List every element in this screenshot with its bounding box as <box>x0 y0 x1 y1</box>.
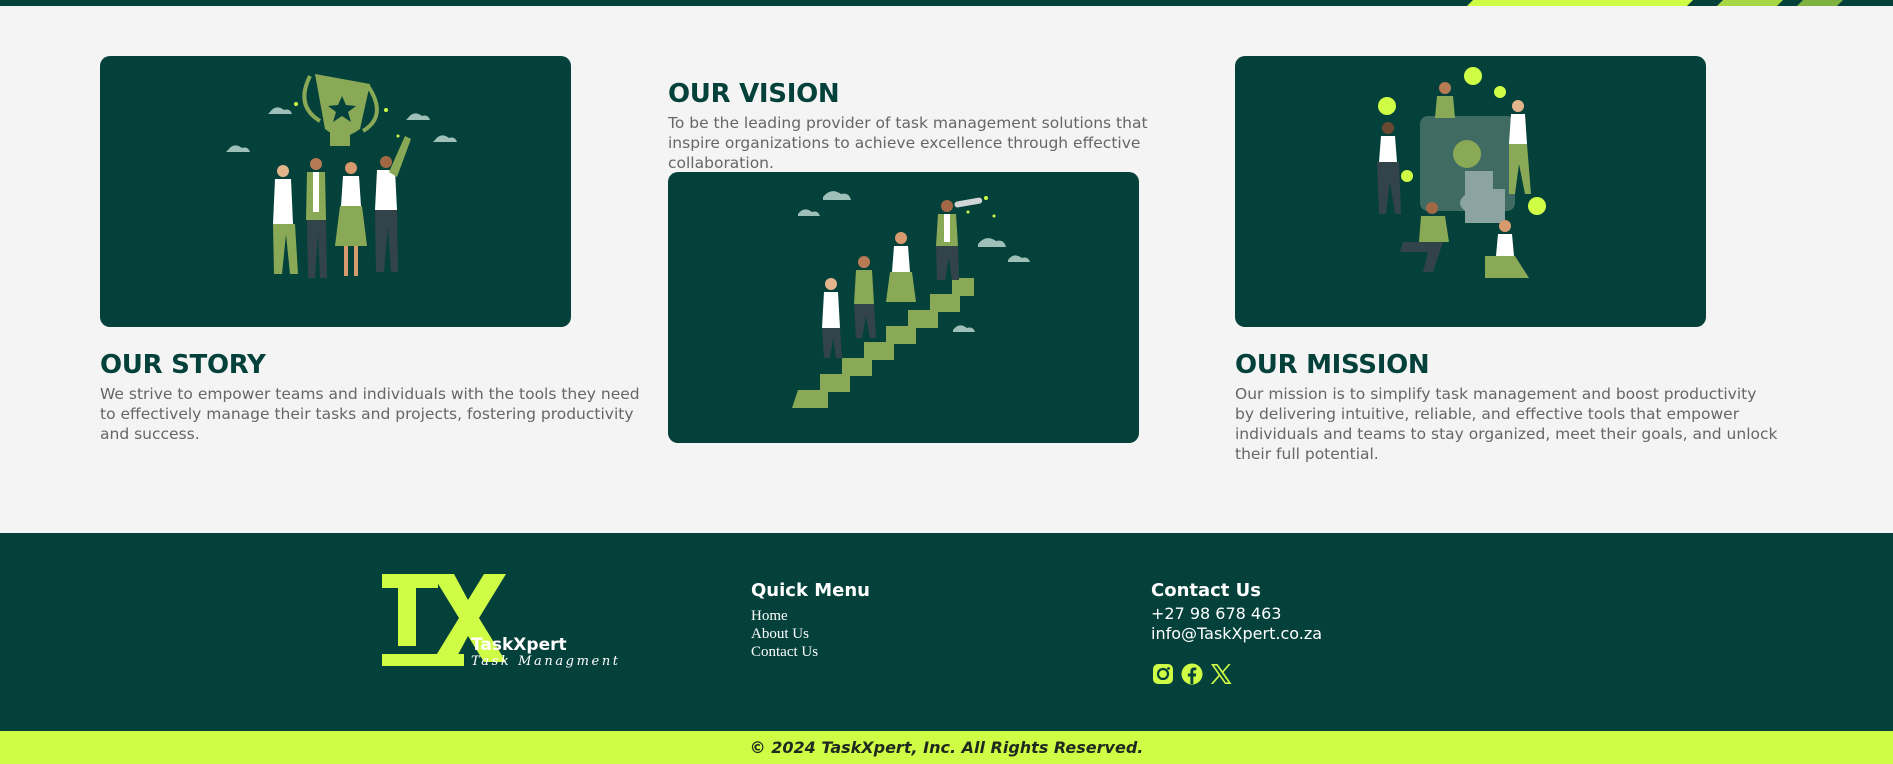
footer <box>0 533 1893 731</box>
brand-tagline: Task Managment <box>471 654 621 669</box>
quick-menu-title: Quick Menu <box>751 580 870 601</box>
story-illustration <box>100 56 571 327</box>
story-title: OUR STORY <box>100 350 266 380</box>
footer-link-home[interactable]: Home <box>751 608 788 625</box>
instagram-icon[interactable] <box>1151 662 1175 686</box>
footer-link-contact[interactable]: Contact Us <box>751 644 818 661</box>
contact-title: Contact Us <box>1151 580 1262 601</box>
facebook-icon[interactable] <box>1180 662 1204 686</box>
contact-email[interactable]: info@TaskXpert.co.za <box>1151 624 1322 643</box>
top-accent-bar <box>0 0 1893 6</box>
footer-link-about[interactable]: About Us <box>751 626 809 643</box>
x-icon[interactable] <box>1209 662 1233 686</box>
story-description: We strive to empower teams and individua… <box>100 385 640 443</box>
vision-description: To be the leading provider of task manag… <box>668 114 1148 172</box>
brand-name: TaskXpert <box>471 635 567 655</box>
contact-phone[interactable]: +27 98 678 463 <box>1151 604 1281 623</box>
vision-illustration <box>668 172 1139 443</box>
copyright-text: © 2024 TaskXpert, Inc. All Rights Reserv… <box>749 738 1144 757</box>
vision-title: OUR VISION <box>668 79 840 109</box>
mission-illustration <box>1235 56 1706 327</box>
copyright-bar: © 2024 TaskXpert, Inc. All Rights Reserv… <box>0 731 1893 764</box>
mission-title: OUR MISSION <box>1235 350 1430 380</box>
mission-description: Our mission is to simplify task manageme… <box>1235 385 1778 463</box>
